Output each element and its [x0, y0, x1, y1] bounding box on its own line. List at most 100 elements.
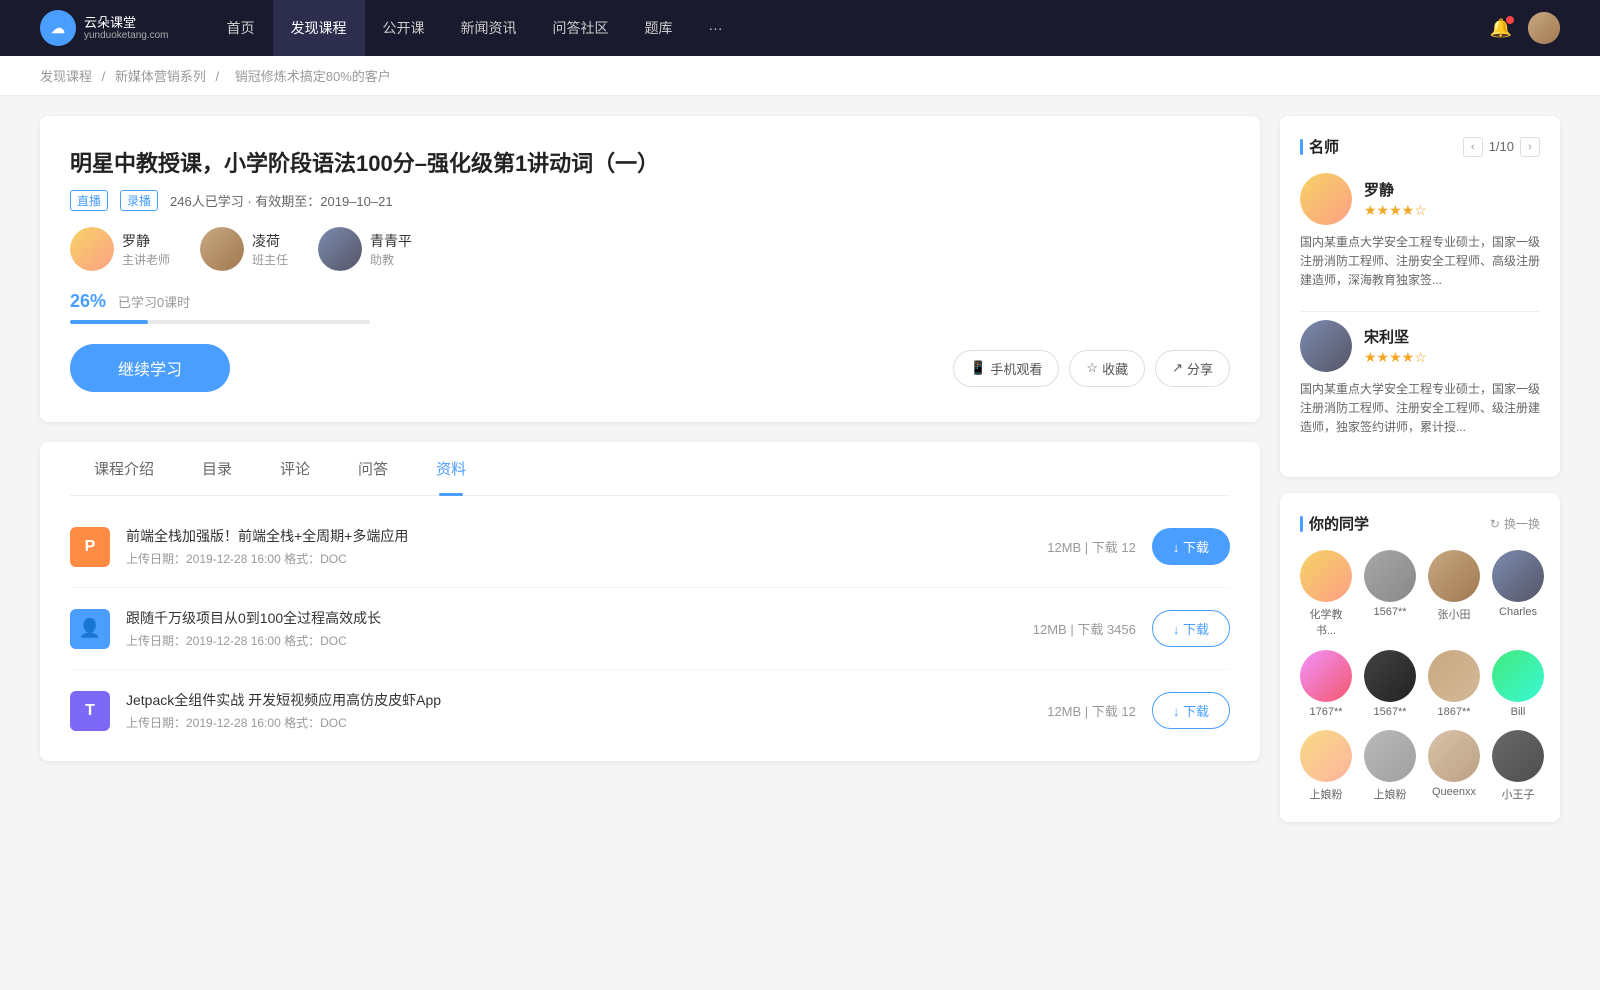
resource-item-3: T Jetpack全组件实战 开发短视频应用高仿皮皮虾App 上传日期：2019… — [70, 670, 1230, 751]
instructor-avatar-2 — [200, 227, 244, 271]
progress-label: 已学习0课时 — [118, 295, 190, 310]
divider — [1300, 311, 1540, 312]
classmate-avatar-7[interactable] — [1428, 650, 1480, 702]
teacher-stars-2: ★★★★☆ — [1364, 349, 1427, 366]
classmate-name-1: 化学教书... — [1300, 606, 1352, 638]
instructor-3: 青青平 助教 — [318, 227, 412, 271]
teacher-desc-1: 国内某重点大学安全工程专业硕士，国家一级注册消防工程师、注册安全工程师、高级注册… — [1300, 233, 1540, 291]
classmate-name-8: Bill — [1511, 706, 1526, 718]
continue-button[interactable]: 继续学习 — [70, 344, 230, 392]
breadcrumb-link-2[interactable]: 新媒体营销系列 — [115, 69, 206, 84]
classmate-11: Queenxx — [1428, 730, 1480, 802]
nav-qa[interactable]: 问答社区 — [535, 0, 627, 56]
classmate-name-2: 1567** — [1373, 606, 1406, 618]
instructor-role-1: 主讲老师 — [122, 251, 170, 268]
prev-page-button[interactable]: ‹ — [1463, 137, 1483, 157]
notification-bell[interactable]: 🔔 — [1490, 18, 1512, 39]
progress-bar-background — [70, 320, 370, 324]
classmate-5: 1767** — [1300, 650, 1352, 718]
tab-qa[interactable]: 问答 — [334, 442, 412, 495]
refresh-label: 换一换 — [1504, 515, 1540, 532]
classmate-name-11: Queenxx — [1432, 786, 1476, 798]
download-button-2[interactable]: ↓ 下载 — [1152, 610, 1230, 647]
instructor-name-1: 罗静 — [122, 231, 170, 251]
share-button[interactable]: ↗ 分享 — [1155, 350, 1230, 387]
mobile-icon: 📱 — [970, 360, 986, 376]
mobile-view-button[interactable]: 📱 手机观看 — [953, 350, 1059, 387]
classmate-avatar-6[interactable] — [1364, 650, 1416, 702]
tab-catalog[interactable]: 目录 — [178, 442, 256, 495]
classmate-avatar-2[interactable] — [1364, 550, 1416, 602]
nav-more[interactable]: ··· — [691, 0, 741, 56]
resource-icon-1: P — [70, 527, 110, 567]
classmate-avatar-1[interactable] — [1300, 550, 1352, 602]
tabs-section: 课程介绍 目录 评论 问答 资料 P 前端全栈加强版！前端全栈+全周期+多端应用… — [40, 442, 1260, 761]
tabs: 课程介绍 目录 评论 问答 资料 — [70, 442, 1230, 496]
refresh-button[interactable]: ↻ 换一换 — [1490, 515, 1540, 532]
tag-recorded: 录播 — [120, 190, 158, 211]
next-page-button[interactable]: › — [1520, 137, 1540, 157]
classmate-avatar-8[interactable] — [1492, 650, 1544, 702]
teacher-name-2: 宋利坚 — [1364, 326, 1427, 347]
logo-text: 云朵课堂 yunduoketang.com — [84, 15, 169, 42]
classmate-avatar-10[interactable] — [1364, 730, 1416, 782]
main-content: 明星中教授课，小学阶段语法100分–强化级第1讲动词（一） 直播 录播 246人… — [40, 116, 1260, 838]
classmate-name-10: 上娘粉 — [1374, 786, 1407, 802]
tab-resources[interactable]: 资料 — [412, 442, 490, 495]
instructor-avatar-1 — [70, 227, 114, 271]
course-actions: 继续学习 📱 手机观看 ☆ 收藏 ↗ 分享 — [70, 344, 1230, 392]
resource-stats-1: 12MB | 下载 12 — [1047, 537, 1136, 556]
collect-button[interactable]: ☆ 收藏 — [1069, 350, 1145, 387]
classmate-avatar-12[interactable] — [1492, 730, 1544, 782]
classmate-9: 上娘粉 — [1300, 730, 1352, 802]
nav-right: 🔔 — [1490, 12, 1560, 44]
download-button-3[interactable]: ↓ 下载 — [1152, 692, 1230, 729]
teacher-header-2: 宋利坚 ★★★★☆ — [1300, 320, 1540, 372]
classmate-avatar-9[interactable] — [1300, 730, 1352, 782]
notification-dot — [1506, 16, 1514, 24]
resource-name-1: 前端全栈加强版！前端全栈+全周期+多端应用 — [126, 526, 1031, 546]
resource-icon-2: 👤 — [70, 609, 110, 649]
logo[interactable]: ☁ 云朵课堂 yunduoketang.com — [40, 10, 169, 46]
classmates-header: 你的同学 ↻ 换一换 — [1300, 513, 1540, 534]
resource-info-2: 跟随千万级项目从0到100全过程高效成长 上传日期：2019-12-28 16:… — [126, 608, 1017, 649]
breadcrumb-link-1[interactable]: 发现课程 — [40, 69, 92, 84]
pagination: ‹ 1/10 › — [1463, 137, 1540, 157]
instructor-2: 凌荷 班主任 — [200, 227, 288, 271]
instructor-name-2: 凌荷 — [252, 231, 288, 251]
instructor-1: 罗静 主讲老师 — [70, 227, 170, 271]
teacher-name-1: 罗静 — [1364, 179, 1427, 200]
nav-home[interactable]: 首页 — [209, 0, 273, 56]
classmate-name-6: 1567** — [1373, 706, 1406, 718]
classmate-1: 化学教书... — [1300, 550, 1352, 638]
nav-discover[interactable]: 发现课程 — [273, 0, 365, 56]
instructor-name-3: 青青平 — [370, 231, 412, 251]
nav-news[interactable]: 新闻资讯 — [443, 0, 535, 56]
resource-meta-2: 上传日期：2019-12-28 16:00 格式：DOC — [126, 632, 1017, 649]
teacher-desc-2: 国内某重点大学安全工程专业硕士，国家一级注册消防工程师、注册安全工程师、级注册建… — [1300, 380, 1540, 438]
classmate-avatar-3[interactable] — [1428, 550, 1480, 602]
nav-open[interactable]: 公开课 — [365, 0, 443, 56]
instructor-role-3: 助教 — [370, 251, 412, 268]
classmate-name-12: 小王子 — [1502, 786, 1535, 802]
download-button-1[interactable]: ↓ 下载 — [1152, 528, 1230, 565]
sidebar: 名师 ‹ 1/10 › 罗静 ★★★★☆ 国内某重点大学安全 — [1280, 116, 1560, 838]
classmate-avatar-5[interactable] — [1300, 650, 1352, 702]
tab-intro[interactable]: 课程介绍 — [70, 442, 178, 495]
logo-icon: ☁ — [40, 10, 76, 46]
tab-review[interactable]: 评论 — [256, 442, 334, 495]
resource-list: P 前端全栈加强版！前端全栈+全周期+多端应用 上传日期：2019-12-28 … — [70, 496, 1230, 761]
nav-quiz[interactable]: 题库 — [627, 0, 691, 56]
resource-icon-3: T — [70, 691, 110, 731]
resource-item-2: 👤 跟随千万级项目从0到100全过程高效成长 上传日期：2019-12-28 1… — [70, 588, 1230, 670]
classmate-avatar-11[interactable] — [1428, 730, 1480, 782]
teacher-stars-1: ★★★★☆ — [1364, 202, 1427, 219]
classmate-avatar-4[interactable] — [1492, 550, 1544, 602]
resource-name-3: Jetpack全组件实战 开发短视频应用高仿皮皮虾App — [126, 690, 1031, 710]
classmate-12: 小王子 — [1492, 730, 1544, 802]
user-avatar[interactable] — [1528, 12, 1560, 44]
classmate-6: 1567** — [1364, 650, 1416, 718]
nav-items: 首页 发现课程 公开课 新闻资讯 问答社区 题库 ··· — [209, 0, 741, 56]
classmate-name-5: 1767** — [1309, 706, 1342, 718]
resource-meta-3: 上传日期：2019-12-28 16:00 格式：DOC — [126, 714, 1031, 731]
